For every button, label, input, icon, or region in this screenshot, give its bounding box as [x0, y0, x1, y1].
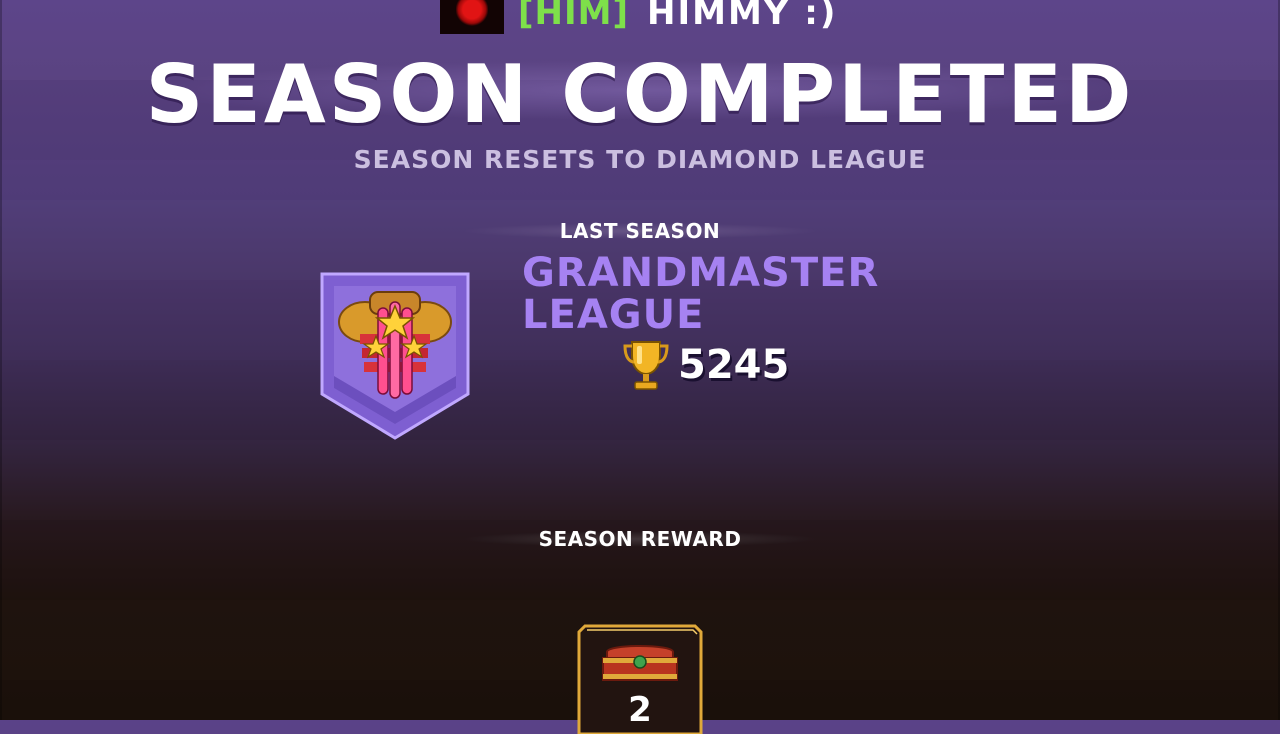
season-reward-label: SEASON REWARD [440, 527, 840, 551]
chest-icon [602, 645, 678, 681]
page-title: SEASON COMPLETED [145, 48, 1135, 141]
player-name: HIMMY :) [647, 0, 838, 33]
player-header: [HIM] HIMMY :) [440, 0, 837, 34]
reward-count: 2 [628, 690, 652, 730]
league-line-2: LEAGUE [522, 292, 705, 338]
trophy-value: 5245 [678, 342, 790, 388]
avatar [440, 0, 504, 34]
reset-subtitle: SEASON RESETS TO DIAMOND LEAGUE [353, 145, 927, 174]
grandmaster-badge-icon [320, 272, 470, 440]
league-name: GRANDMASTER LEAGUE [522, 252, 879, 336]
trophy-count: 5245 [622, 338, 789, 392]
trophy-icon [623, 341, 669, 390]
clan-tag: [HIM] [518, 0, 630, 33]
last-season-label: LAST SEASON [440, 219, 840, 243]
league-line-1: GRANDMASTER [522, 250, 880, 296]
